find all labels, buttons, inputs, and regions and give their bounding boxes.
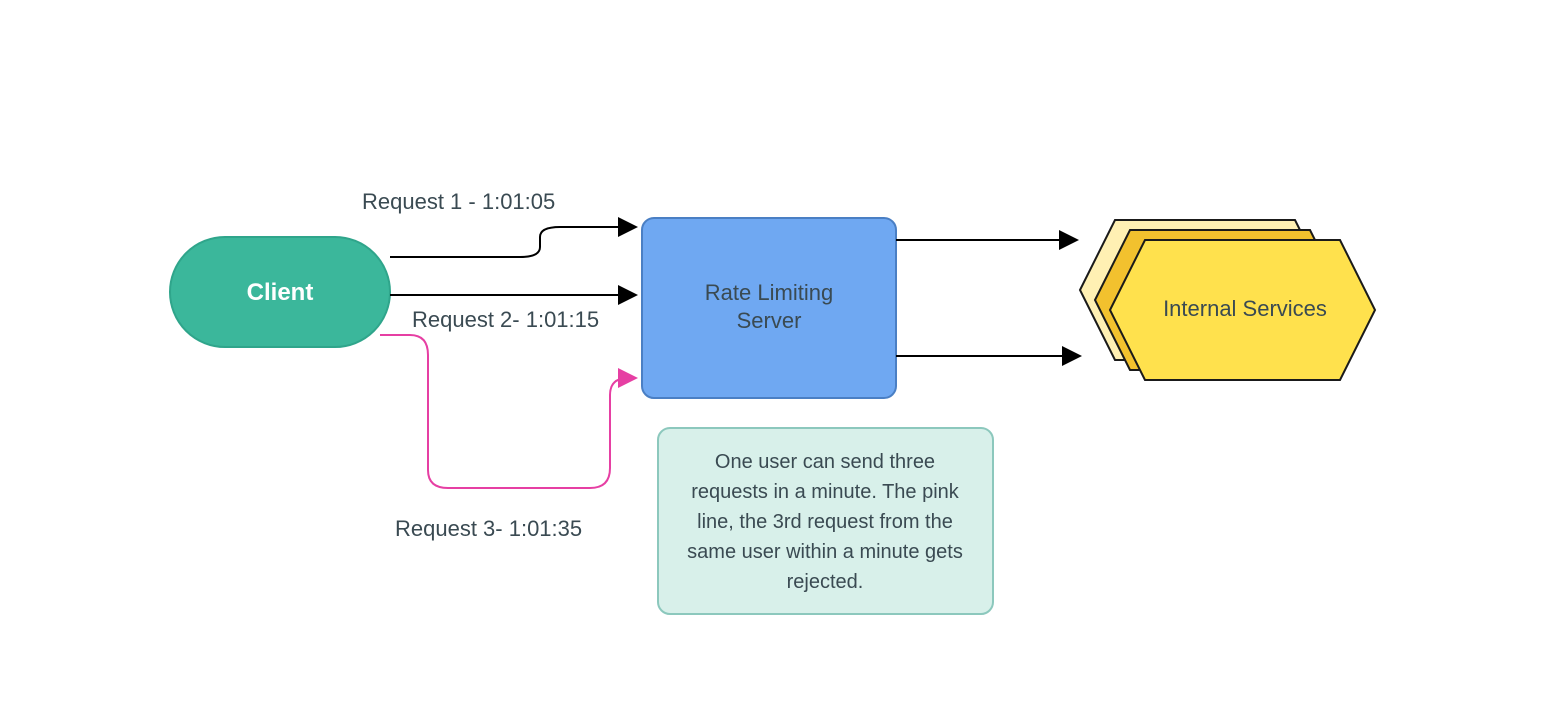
note-box: One user can send three requests in a mi…	[658, 428, 993, 614]
request-1-label: Request 1 - 1:01:05	[362, 189, 555, 214]
server-label-line2: Server	[737, 308, 802, 333]
note-line-3: line, the 3rd request from the	[697, 511, 953, 533]
services-label: Internal Services	[1163, 296, 1327, 321]
server-node: Rate Limiting Server	[642, 218, 896, 398]
client-label: Client	[247, 279, 314, 306]
request-3-edge: Request 3- 1:01:35	[380, 335, 636, 541]
note-line-5: rejected.	[787, 571, 864, 593]
note-line-4: same user within a minute gets	[687, 541, 963, 563]
note-line-1: One user can send three	[715, 451, 935, 473]
server-label-line1: Rate Limiting	[705, 280, 833, 305]
note-line-2: requests in a minute. The pink	[691, 481, 960, 503]
diagram-canvas: Client Rate Limiting Server Internal Ser…	[0, 0, 1556, 708]
request-1-arrow	[390, 227, 636, 257]
request-1-edge: Request 1 - 1:01:05	[362, 189, 636, 257]
services-node: Internal Services	[1080, 220, 1375, 380]
request-2-label: Request 2- 1:01:15	[412, 307, 599, 332]
client-node: Client	[170, 237, 390, 347]
request-3-arrow	[380, 335, 636, 488]
request-3-label: Request 3- 1:01:35	[395, 516, 582, 541]
request-2-edge: Request 2- 1:01:15	[390, 295, 636, 332]
